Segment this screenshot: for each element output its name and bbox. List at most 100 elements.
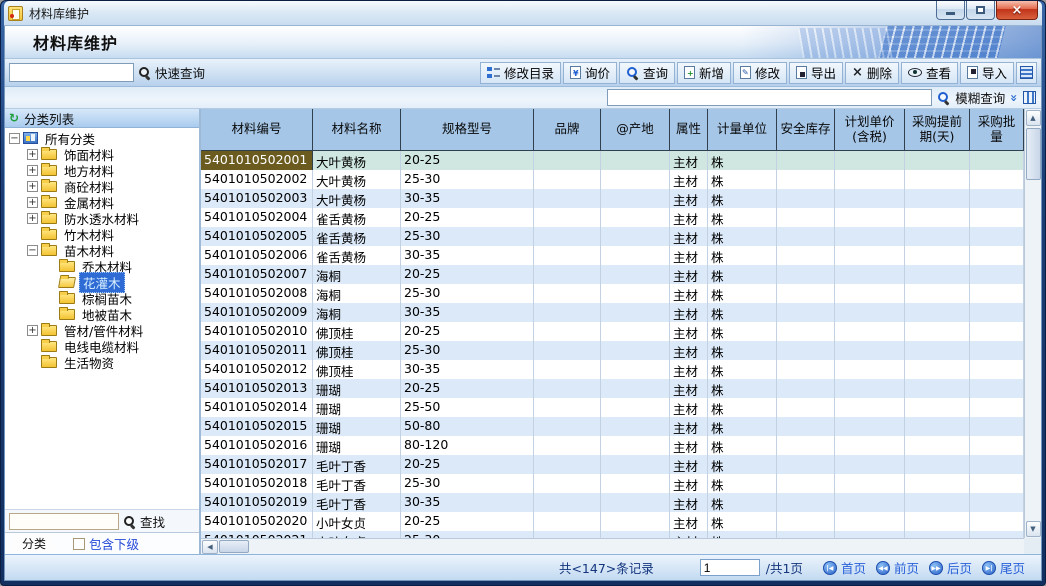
table-cell[interactable] xyxy=(534,170,601,189)
table-cell[interactable] xyxy=(777,303,835,322)
table-cell[interactable] xyxy=(835,227,905,246)
table-cell[interactable]: 珊瑚 xyxy=(313,379,401,398)
table-cell[interactable] xyxy=(534,208,601,227)
import-button[interactable]: 导入 xyxy=(960,62,1014,84)
table-cell[interactable] xyxy=(601,322,670,341)
table-cell[interactable]: 25-30 xyxy=(401,474,534,493)
table-cell[interactable] xyxy=(534,398,601,417)
table-cell[interactable] xyxy=(601,398,670,417)
table-cell[interactable] xyxy=(970,360,1024,379)
table-cell[interactable] xyxy=(970,284,1024,303)
table-cell[interactable]: 株 xyxy=(708,265,777,284)
vertical-scrollbar[interactable]: ▲ ▼ xyxy=(1024,109,1041,538)
table-cell[interactable] xyxy=(601,208,670,227)
table-cell[interactable]: 主材 xyxy=(670,474,708,493)
tree-item[interactable]: 生活物资 xyxy=(5,354,199,370)
table-row[interactable]: 5401010502014珊瑚25-50主材株 xyxy=(201,398,1024,417)
table-cell[interactable] xyxy=(835,531,905,538)
table-cell[interactable]: 50-80 xyxy=(401,417,534,436)
table-cell[interactable]: 佛顶桂 xyxy=(313,341,401,360)
expand-icon[interactable]: + xyxy=(27,197,38,208)
table-cell[interactable] xyxy=(835,436,905,455)
page-number-input[interactable] xyxy=(700,559,760,576)
table-cell[interactable]: 5401010502012 xyxy=(201,360,313,379)
table-cell[interactable] xyxy=(835,417,905,436)
table-cell[interactable]: 80-120 xyxy=(401,436,534,455)
table-cell[interactable] xyxy=(835,170,905,189)
table-row[interactable]: 5401010502009海桐30-35主材株 xyxy=(201,303,1024,322)
table-cell[interactable]: 主材 xyxy=(670,170,708,189)
table-cell[interactable] xyxy=(534,531,601,538)
expand-icon[interactable]: + xyxy=(27,165,38,176)
table-cell[interactable] xyxy=(835,151,905,170)
column-header[interactable]: 采购批量 xyxy=(970,109,1024,151)
table-row[interactable]: 5401010502004雀舌黄杨20-25主材株 xyxy=(201,208,1024,227)
table-row[interactable]: 5401010502017毛叶丁香20-25主材株 xyxy=(201,455,1024,474)
table-cell[interactable]: 25-50 xyxy=(401,398,534,417)
table-cell[interactable]: 5401010502016 xyxy=(201,436,313,455)
column-header[interactable]: 采购提前期(天) xyxy=(905,109,970,151)
table-cell[interactable]: 株 xyxy=(708,246,777,265)
table-cell[interactable]: 5401010502008 xyxy=(201,284,313,303)
collapse-icon[interactable]: − xyxy=(27,245,38,256)
table-view-icon[interactable] xyxy=(1023,91,1036,104)
expand-icon[interactable]: + xyxy=(27,213,38,224)
table-cell[interactable] xyxy=(835,379,905,398)
table-cell[interactable]: 30-35 xyxy=(401,493,534,512)
table-cell[interactable] xyxy=(835,303,905,322)
column-header[interactable]: 材料名称 xyxy=(313,109,401,151)
expand-icon[interactable]: + xyxy=(27,149,38,160)
table-cell[interactable]: 株 xyxy=(708,417,777,436)
table-cell[interactable]: 5401010502006 xyxy=(201,246,313,265)
scroll-left-icon[interactable]: ◀ xyxy=(202,540,218,554)
table-cell[interactable] xyxy=(835,246,905,265)
table-cell[interactable]: 海桐 xyxy=(313,303,401,322)
table-cell[interactable] xyxy=(777,417,835,436)
table-cell[interactable] xyxy=(534,417,601,436)
table-cell[interactable] xyxy=(777,379,835,398)
table-row[interactable]: 5401010502018毛叶丁香25-30主材株 xyxy=(201,474,1024,493)
query-button[interactable]: 查询 xyxy=(619,62,675,84)
table-cell[interactable] xyxy=(905,474,970,493)
table-cell[interactable] xyxy=(835,208,905,227)
table-row[interactable]: 5401010502021小叶女贞25-30主材株 xyxy=(201,531,1024,538)
table-cell[interactable] xyxy=(970,398,1024,417)
table-cell[interactable] xyxy=(777,227,835,246)
table-cell[interactable] xyxy=(601,379,670,398)
table-cell[interactable]: 株 xyxy=(708,455,777,474)
table-row[interactable]: 5401010502001大叶黄杨20-25主材株 xyxy=(201,151,1024,170)
vertical-scroll-thumb[interactable] xyxy=(1026,128,1041,180)
table-cell[interactable] xyxy=(534,493,601,512)
table-cell[interactable]: 主材 xyxy=(670,455,708,474)
table-cell[interactable]: 5401010502003 xyxy=(201,189,313,208)
table-cell[interactable] xyxy=(835,360,905,379)
table-cell[interactable] xyxy=(905,246,970,265)
table-cell[interactable]: 5401010502019 xyxy=(201,493,313,512)
table-cell[interactable]: 5401010502009 xyxy=(201,303,313,322)
table-cell[interactable] xyxy=(777,246,835,265)
table-row[interactable]: 5401010502020小叶女贞20-25主材株 xyxy=(201,512,1024,531)
first-page-icon[interactable]: |◀ xyxy=(823,561,837,575)
table-cell[interactable]: 株 xyxy=(708,493,777,512)
close-button[interactable]: × xyxy=(996,1,1038,20)
horizontal-scrollbar[interactable]: ◀ xyxy=(201,538,1024,554)
expand-icon[interactable]: + xyxy=(27,181,38,192)
table-cell[interactable] xyxy=(777,398,835,417)
find-button[interactable]: 查找 xyxy=(140,512,165,531)
table-cell[interactable]: 5401010502007 xyxy=(201,265,313,284)
table-cell[interactable] xyxy=(534,227,601,246)
include-sublevel-label[interactable]: 包含下级 xyxy=(89,534,139,553)
table-cell[interactable] xyxy=(905,512,970,531)
table-cell[interactable]: 主材 xyxy=(670,284,708,303)
table-cell[interactable] xyxy=(835,455,905,474)
table-cell[interactable] xyxy=(970,341,1024,360)
table-cell[interactable]: 5401010502015 xyxy=(201,417,313,436)
table-cell[interactable] xyxy=(970,189,1024,208)
table-cell[interactable] xyxy=(970,265,1024,284)
table-cell[interactable] xyxy=(777,512,835,531)
table-cell[interactable] xyxy=(905,417,970,436)
table-row[interactable]: 5401010502005雀舌黄杨25-30主材株 xyxy=(201,227,1024,246)
table-cell[interactable]: 株 xyxy=(708,341,777,360)
table-row[interactable]: 5401010502002大叶黄杨25-30主材株 xyxy=(201,170,1024,189)
table-cell[interactable] xyxy=(534,474,601,493)
